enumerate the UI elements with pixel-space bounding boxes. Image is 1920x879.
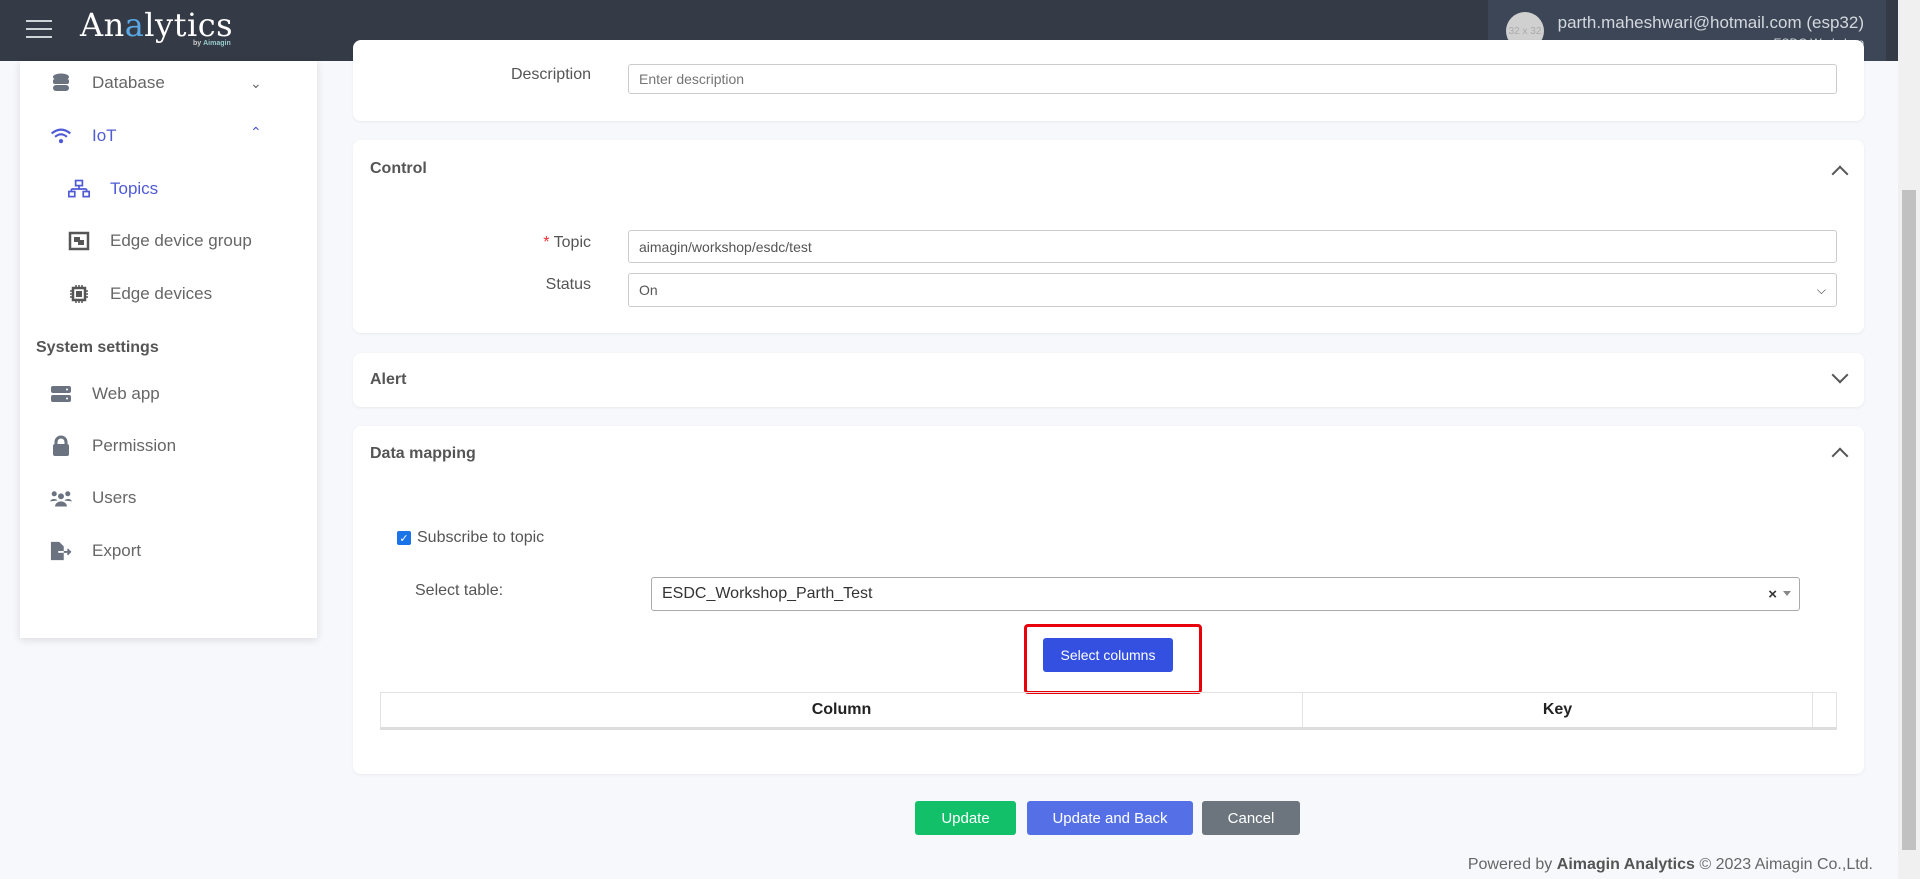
description-input[interactable]	[628, 64, 1837, 94]
sidebar-item-web-app[interactable]: Web app	[20, 374, 317, 414]
user-email: parth.maheshwari@hotmail.com (esp32)	[1557, 13, 1864, 32]
scrollbar[interactable]	[1898, 0, 1920, 879]
topic-label: * Topic	[543, 234, 591, 251]
description-label: Description	[510, 66, 591, 83]
chevron-down-icon[interactable]	[1831, 366, 1849, 384]
scrollbar-thumb[interactable]	[1902, 190, 1916, 850]
object-group-icon	[68, 230, 90, 252]
sidebar-item-edge-devices[interactable]: Edge devices	[20, 274, 317, 314]
control-card: Control * Topic aimagin/workshop/esdc/te…	[353, 140, 1864, 333]
logo-sub: by Aimagin	[193, 40, 231, 47]
column-header: Column	[381, 693, 1303, 727]
microchip-icon	[68, 283, 90, 305]
hamburger-menu-icon[interactable]	[26, 20, 52, 40]
mapping-table-header: Column Key	[380, 692, 1837, 730]
section-title-system-settings: System settings	[36, 339, 159, 356]
select-table-label: Select table:	[415, 582, 504, 599]
status-select[interactable]: On ⌵	[628, 273, 1837, 307]
alert-card: Alert	[353, 353, 1864, 407]
sidebar: Database ⌄ IoT ⌃ Topics Edge device grou…	[20, 61, 317, 638]
footer: Powered by Aimagin Analytics © 2023 Aima…	[1467, 856, 1873, 873]
select-columns-button[interactable]: Select columns	[1043, 638, 1173, 672]
checkbox[interactable]: ✓	[397, 531, 411, 545]
chevron-down-icon: ⌵	[1816, 282, 1826, 297]
alert-title[interactable]: Alert	[370, 371, 406, 389]
sidebar-item-database[interactable]: Database ⌄	[20, 63, 317, 103]
logo[interactable]: Analytics	[80, 6, 233, 44]
key-header: Key	[1303, 693, 1813, 727]
clear-icon[interactable]: ×	[1768, 586, 1777, 603]
control-title[interactable]: Control	[370, 160, 427, 178]
general-card: Description	[353, 40, 1864, 121]
subscribe-checkbox-row[interactable]: ✓ Subscribe to topic	[397, 529, 544, 547]
network-icon	[68, 178, 90, 200]
data-mapping-card: Data mapping ✓ Subscribe to topic Select…	[353, 426, 1864, 774]
file-export-icon	[50, 540, 72, 562]
sidebar-item-users[interactable]: Users	[20, 478, 317, 518]
sidebar-item-iot[interactable]: IoT ⌃	[20, 116, 317, 156]
sidebar-item-export[interactable]: Export	[20, 531, 317, 571]
select-table-dropdown[interactable]: ESDC_Workshop_Parth_Test ×	[651, 577, 1800, 611]
sidebar-item-topics[interactable]: Topics	[20, 169, 317, 209]
sidebar-item-edge-device-group[interactable]: Edge device group	[20, 221, 317, 261]
data-mapping-title[interactable]: Data mapping	[370, 445, 476, 463]
caret-down-icon	[1783, 591, 1791, 600]
database-icon	[50, 72, 72, 94]
chevron-up-icon: ⌃	[250, 124, 262, 140]
status-label: Status	[545, 276, 591, 293]
users-icon	[50, 487, 72, 509]
wifi-icon	[50, 125, 72, 147]
topic-input[interactable]: aimagin/workshop/esdc/test	[628, 230, 1837, 263]
lock-icon	[50, 435, 72, 457]
update-button[interactable]: Update	[915, 801, 1016, 835]
server-icon	[50, 383, 72, 405]
chevron-down-icon: ⌄	[250, 74, 262, 91]
cancel-button[interactable]: Cancel	[1202, 801, 1300, 835]
chevron-up-icon[interactable]	[1831, 165, 1849, 183]
update-and-back-button[interactable]: Update and Back	[1027, 801, 1193, 835]
sidebar-item-permission[interactable]: Permission	[20, 426, 317, 466]
chevron-up-icon[interactable]	[1831, 447, 1849, 465]
